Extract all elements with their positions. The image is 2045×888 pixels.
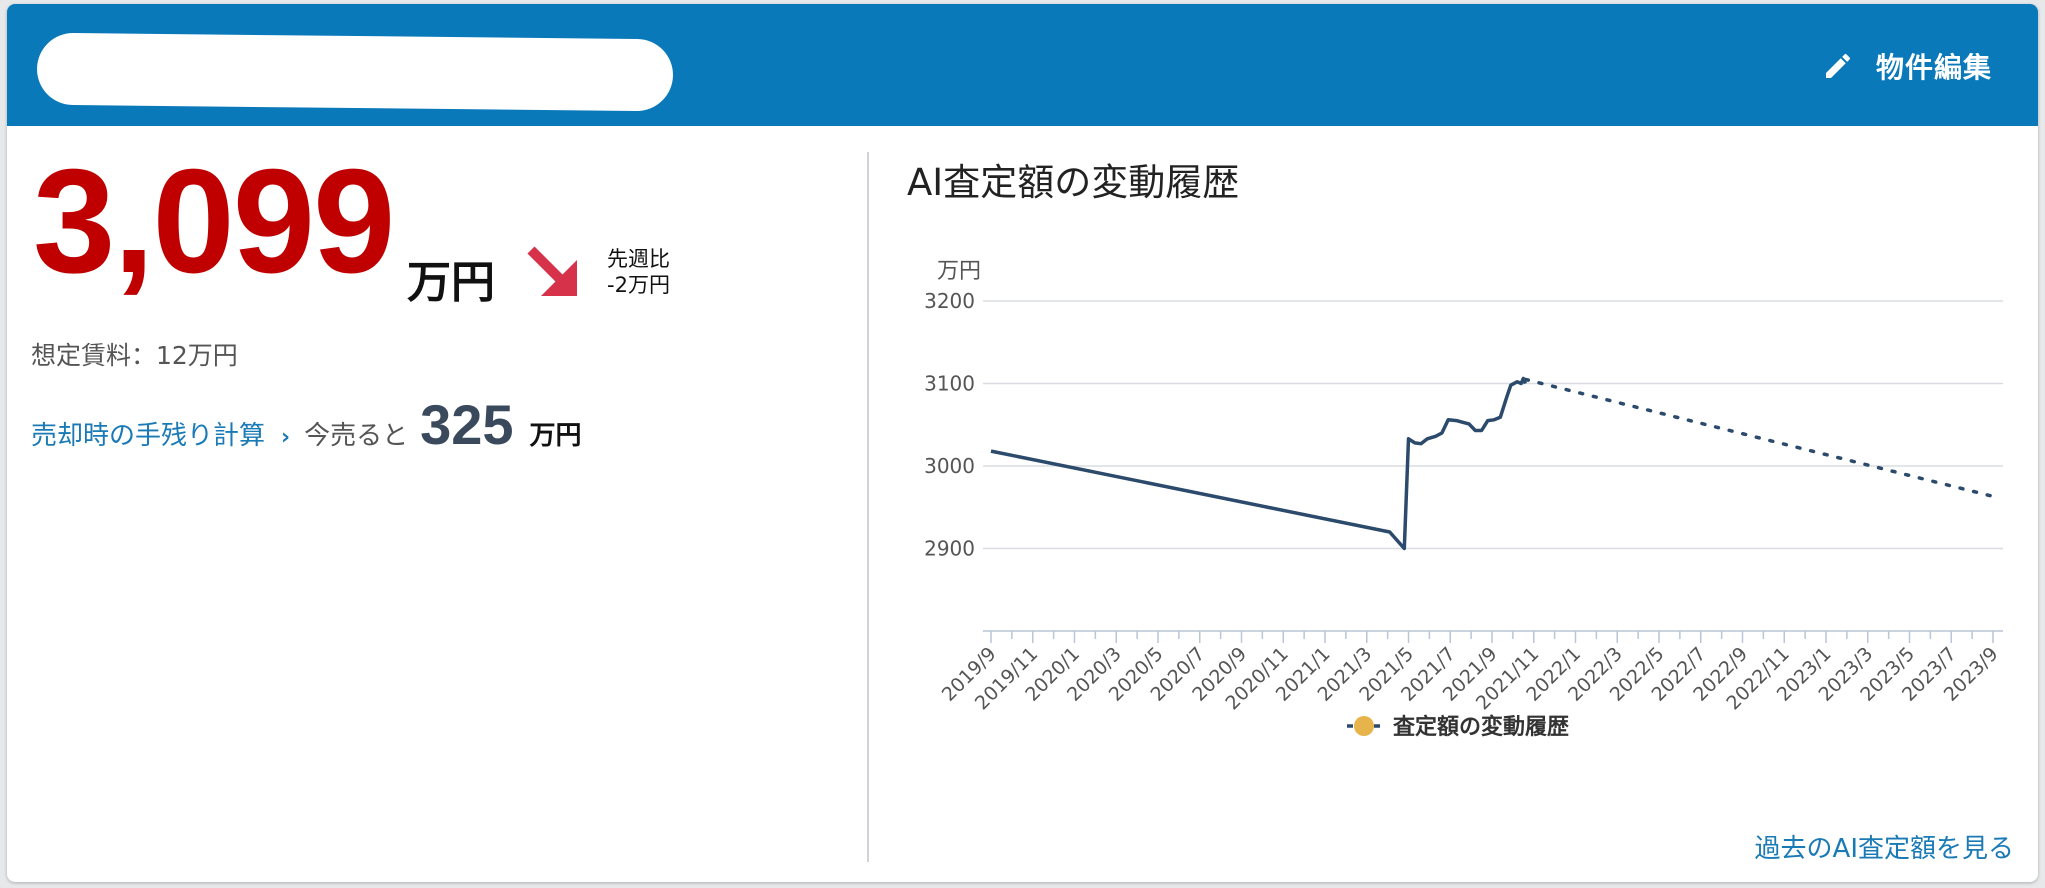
chevron-right-icon: › xyxy=(281,425,291,450)
y-tick-label: 3100 xyxy=(924,372,975,396)
y-tick-label: 3200 xyxy=(924,289,975,313)
edit-property-button[interactable]: 物件編集 xyxy=(1822,44,1992,88)
weekly-change: 先週比 -2万円 xyxy=(607,246,670,298)
chart-panel: AI査定額の変動履歴 万円 2900 3000 3100 3200 2019/9 2019/… xyxy=(869,126,2038,882)
valuation-panel: 3,099 万円 先週比 -2万円 想定賃料：12万円 売却時の手残り計算 › … xyxy=(7,126,867,882)
price-unit: 万円 xyxy=(407,257,495,308)
y-axis-unit-label: 万円 xyxy=(937,259,981,284)
y-tick-label: 3000 xyxy=(924,454,975,478)
forecast-line xyxy=(1523,377,1999,500)
property-header: 物件編集 xyxy=(7,4,2038,126)
sale-proceeds-calc-link[interactable]: 売却時の手残り計算 xyxy=(31,415,265,452)
history-line xyxy=(990,376,1528,551)
pencil-icon xyxy=(1825,53,1850,78)
weekly-change-label: 先週比 xyxy=(607,247,670,271)
sale-calc-row: 売却時の手残り計算 › 今売ると 325 万円 xyxy=(31,392,582,456)
valuation-card: 物件編集 3,099 万円 先週比 -2万円 想定賃料：12万円 売却時の手残り… xyxy=(7,4,2038,882)
weekly-change-value: -2万円 xyxy=(607,273,670,297)
down-right-arrow-icon xyxy=(527,246,577,296)
ai-valuation-price: 3,099 xyxy=(33,139,395,304)
sell-now-unit: 万円 xyxy=(529,421,582,451)
sell-now-label: 今売ると xyxy=(304,421,409,451)
legend-dot-marker xyxy=(1354,716,1374,736)
valuation-history-chart: 万円29003000310032002019/92019/112020/1202… xyxy=(924,259,2003,740)
past-valuations-link[interactable]: 過去のAI査定額を見る xyxy=(1755,828,2014,865)
estimated-rent: 想定賃料：12万円 xyxy=(31,341,238,370)
legend-label: 査定額の変動履歴 xyxy=(1393,714,1569,740)
y-tick-label: 2900 xyxy=(924,537,975,561)
sell-now-amount: 325 xyxy=(420,393,514,456)
edit-property-label: 物件編集 xyxy=(1875,51,1992,84)
redacted-property-name xyxy=(36,32,674,112)
